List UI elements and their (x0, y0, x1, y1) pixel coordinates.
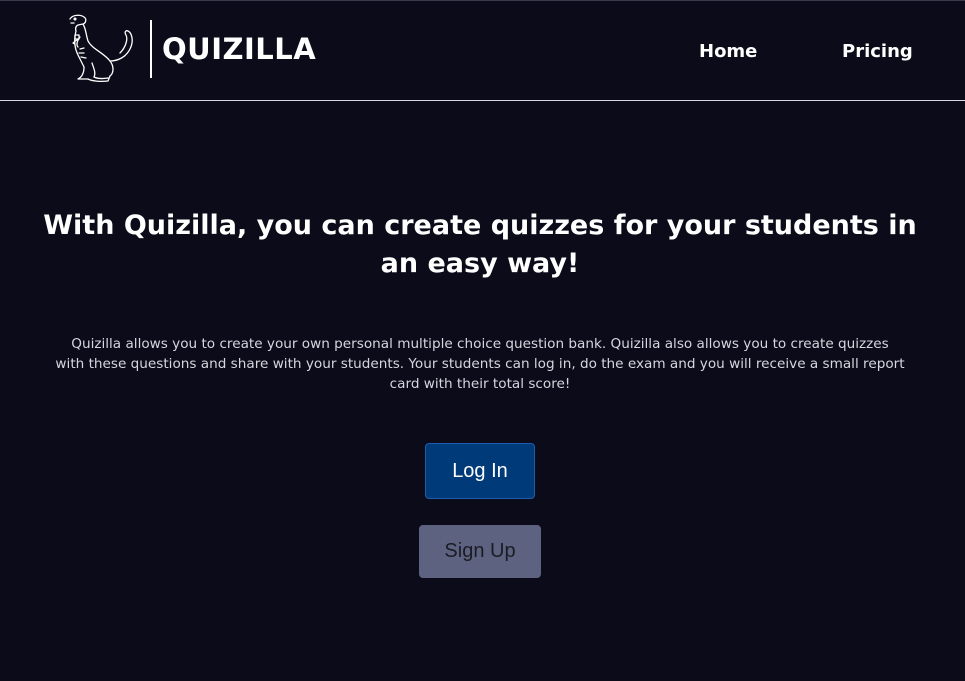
brand[interactable]: QUIZILLA (62, 13, 316, 85)
hero-title: With Quizilla, you can create quizzes fo… (43, 210, 917, 279)
brand-name: QUIZILLA (162, 32, 317, 66)
navbar: QUIZILLA Home Pricing (0, 1, 965, 101)
nav-home-link[interactable]: Home (699, 41, 757, 62)
dinosaur-icon (69, 14, 133, 83)
nav-pricing-link[interactable]: Pricing (842, 41, 913, 62)
brand-divider (150, 20, 152, 78)
signup-button[interactable]: Sign Up (419, 525, 541, 578)
login-button[interactable]: Log In (425, 443, 535, 499)
landing-page: QUIZILLA Home Pricing With Quizilla, you… (0, 0, 965, 681)
hero-description: Quizilla allows you to create your own p… (55, 336, 905, 392)
